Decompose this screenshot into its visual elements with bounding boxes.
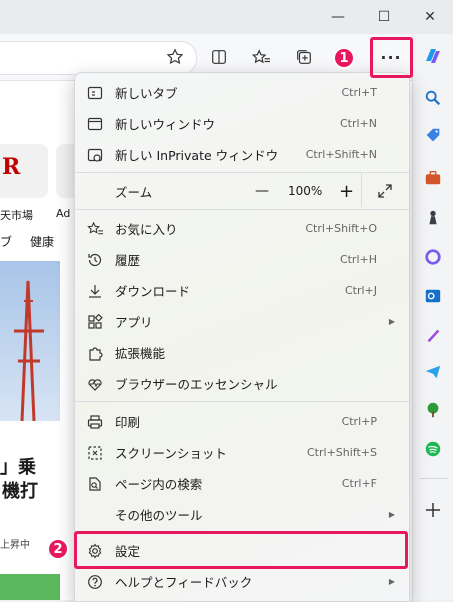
settings-menu: 新しいタブ Ctrl+T 新しいウィンドウ Ctrl+N 新しい InPriva…: [74, 72, 410, 602]
telegram-icon[interactable]: [421, 360, 445, 384]
edge-sidebar: [412, 34, 453, 600]
outlook-icon[interactable]: [421, 284, 445, 308]
zoom-label: ズーム: [115, 184, 153, 200]
designer-icon[interactable]: [421, 323, 445, 347]
rakuten-logo: R: [2, 154, 21, 180]
heart-pulse-icon: [85, 374, 105, 394]
menu-item-new-window[interactable]: 新しいウィンドウ Ctrl+N: [75, 108, 409, 139]
menu-separator: [75, 209, 409, 210]
close-icon: ✕: [424, 9, 436, 25]
zoom-row: ズーム — 100% +: [75, 173, 409, 208]
nav-link[interactable]: ブ: [0, 233, 12, 250]
highlight-more-button: [370, 37, 413, 78]
tile-label[interactable]: Ad: [56, 207, 70, 220]
headline[interactable]: 」乗: [0, 453, 36, 479]
step-badge-1: 1: [333, 47, 355, 69]
submenu-arrow-icon: ▶: [388, 510, 395, 519]
shortcut-tile[interactable]: [56, 144, 74, 198]
shopping-icon[interactable]: [421, 124, 445, 148]
history-icon: [85, 250, 105, 270]
menu-separator: [75, 401, 409, 402]
zoom-in-button[interactable]: +: [339, 181, 354, 202]
tile-label[interactable]: 天市場: [0, 207, 33, 223]
add-icon[interactable]: [421, 498, 445, 522]
favorites-icon: [85, 219, 105, 239]
zoom-out-button[interactable]: —: [255, 183, 269, 199]
sidebar-divider: [419, 478, 448, 479]
spotify-icon[interactable]: [421, 437, 445, 461]
tower-image: [14, 280, 44, 422]
menu-item-new-tab[interactable]: 新しいタブ Ctrl+T: [75, 77, 409, 108]
help-icon: [85, 572, 105, 592]
fullscreen-icon[interactable]: [377, 183, 393, 202]
find-icon: [85, 474, 105, 494]
download-icon: [85, 281, 105, 301]
extensions-icon: [85, 343, 105, 363]
highlight-settings: [74, 531, 408, 569]
menu-item-extensions[interactable]: 拡張機能: [75, 337, 409, 368]
games-icon[interactable]: [421, 206, 445, 230]
menu-item-favorites[interactable]: お気に入り Ctrl+Shift+O: [75, 213, 409, 244]
menu-item-apps[interactable]: アプリ ▶: [75, 306, 409, 337]
zoom-divider: [361, 173, 362, 207]
submenu-arrow-icon: ▶: [388, 317, 395, 326]
address-bar[interactable]: [0, 41, 197, 75]
title-bar: — ☐ ✕: [0, 0, 453, 34]
menu-item-print[interactable]: 印刷 Ctrl+P: [75, 406, 409, 437]
zoom-level: 100%: [288, 184, 323, 198]
menu-separator: [75, 172, 409, 173]
step-badge-2: 2: [47, 538, 69, 560]
menu-item-downloads[interactable]: ダウンロード Ctrl+J: [75, 275, 409, 306]
news-tile[interactable]: [0, 574, 60, 600]
m365-icon[interactable]: [421, 245, 445, 269]
copilot-icon[interactable]: [421, 44, 445, 68]
close-button[interactable]: ✕: [407, 0, 453, 34]
favorite-star-icon[interactable]: [166, 48, 184, 70]
menu-item-screenshot[interactable]: スクリーンショット Ctrl+Shift+S: [75, 437, 409, 468]
search-icon[interactable]: [421, 86, 445, 110]
caption: 上昇中: [0, 540, 30, 551]
new-window-icon: [85, 114, 105, 134]
tools-icon[interactable]: [421, 166, 445, 190]
nav-link[interactable]: 健康: [30, 233, 54, 250]
menu-item-more-tools[interactable]: その他のツール ▶: [75, 499, 409, 530]
screenshot-icon: [85, 443, 105, 463]
menu-item-browser-essentials[interactable]: ブラウザーのエッセンシャル: [75, 368, 409, 399]
tree-icon[interactable]: [421, 398, 445, 422]
shortcut-tile-rakuten[interactable]: R: [0, 144, 48, 198]
print-icon: [85, 412, 105, 432]
minimize-icon: —: [331, 9, 345, 25]
new-tab-icon: [85, 83, 105, 103]
menu-item-find-on-page[interactable]: ページ内の検索 Ctrl+F: [75, 468, 409, 499]
maximize-icon: ☐: [377, 9, 391, 25]
inprivate-icon: [85, 145, 105, 165]
headline[interactable]: 機打: [2, 477, 38, 503]
menu-item-help-feedback[interactable]: ヘルプとフィードバック ▶: [75, 566, 409, 597]
news-image[interactable]: [0, 261, 60, 422]
submenu-arrow-icon: ▶: [388, 577, 395, 586]
menu-item-new-inprivate[interactable]: 新しい InPrivate ウィンドウ Ctrl+Shift+N: [75, 139, 409, 170]
minimize-button[interactable]: —: [315, 0, 361, 34]
apps-icon: [85, 312, 105, 332]
maximize-button[interactable]: ☐: [361, 0, 407, 34]
menu-item-history[interactable]: 履歴 Ctrl+H: [75, 244, 409, 275]
